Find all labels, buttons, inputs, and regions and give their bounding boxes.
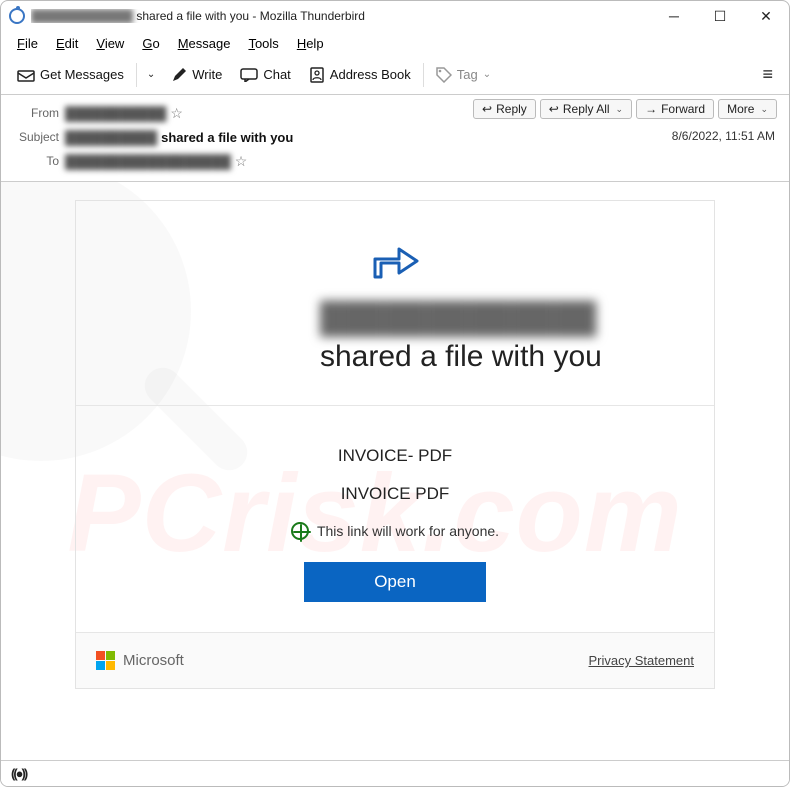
main-toolbar: Get Messages ⌄ Write Chat Address Book T… [1,55,789,95]
star-icon[interactable]: ☆ [170,105,183,122]
menu-edit[interactable]: Edit [50,34,84,53]
more-button[interactable]: More⌄ [718,99,777,119]
share-card: █████████████ shared a file with you INV… [75,200,715,689]
from-label: From [13,106,65,120]
menu-bar: File Edit View Go Message Tools Help [1,31,789,55]
to-label: To [13,154,65,168]
subject-label: Subject [13,130,65,144]
window-titlebar: ████████████ shared a file with you - Mo… [1,1,789,31]
get-messages-button[interactable]: Get Messages [9,63,132,86]
status-bar: ((●)) [1,760,789,786]
message-body: █████████████ shared a file with you INV… [1,182,789,760]
tag-icon [436,67,452,83]
minimize-button[interactable]: ─ [651,1,697,31]
menu-help[interactable]: Help [291,34,330,53]
subject-value: ██████████ shared a file with you [65,130,293,145]
message-datetime: 8/6/2022, 11:51 AM [672,129,775,143]
open-button[interactable]: Open [304,562,486,602]
maximize-button[interactable]: ☐ [697,1,743,31]
separator [136,63,137,87]
separator [423,63,424,87]
microsoft-logo: Microsoft [96,651,184,670]
chat-button[interactable]: Chat [232,63,298,86]
forward-button[interactable]: → Forward [636,99,714,119]
to-value[interactable]: ██████████████████ ☆ [65,153,247,170]
chat-icon [240,68,258,82]
microsoft-logo-icon [96,651,115,670]
from-value[interactable]: ███████████ ☆ [65,105,183,122]
inbox-icon [17,68,35,82]
link-scope-note: This link will work for anyone. [96,522,694,540]
close-button[interactable]: ✕ [743,1,789,31]
address-book-icon [309,67,325,83]
file-name-1: INVOICE- PDF [96,446,694,466]
menu-message[interactable]: Message [172,34,237,53]
menu-file[interactable]: File [11,34,44,53]
menu-go[interactable]: Go [136,34,165,53]
app-icon [9,8,25,24]
menu-tools[interactable]: Tools [242,34,284,53]
pencil-icon [171,67,187,83]
menu-view[interactable]: View [90,34,130,53]
window-title: ████████████ shared a file with you - Mo… [31,9,651,23]
share-headline: █████████████ shared a file with you [180,300,610,375]
reply-all-button[interactable]: ↩ Reply All⌄ [540,99,632,119]
globe-icon [291,522,309,540]
get-messages-dropdown[interactable]: ⌄ [141,65,161,84]
file-name-2: INVOICE PDF [96,484,694,504]
app-menu-button[interactable]: ≡ [754,60,781,89]
address-book-button[interactable]: Address Book [301,63,419,87]
share-icon [369,235,421,286]
tag-button[interactable]: Tag ⌄ [428,63,499,87]
write-button[interactable]: Write [163,63,230,87]
privacy-link[interactable]: Privacy Statement [589,653,695,668]
reply-button[interactable]: ↩ Reply [473,99,536,119]
message-headers: ↩ Reply ↩ Reply All⌄ → Forward More⌄ Fro… [1,95,789,182]
connection-indicator-icon: ((●)) [11,766,26,781]
star-icon[interactable]: ☆ [235,153,248,170]
